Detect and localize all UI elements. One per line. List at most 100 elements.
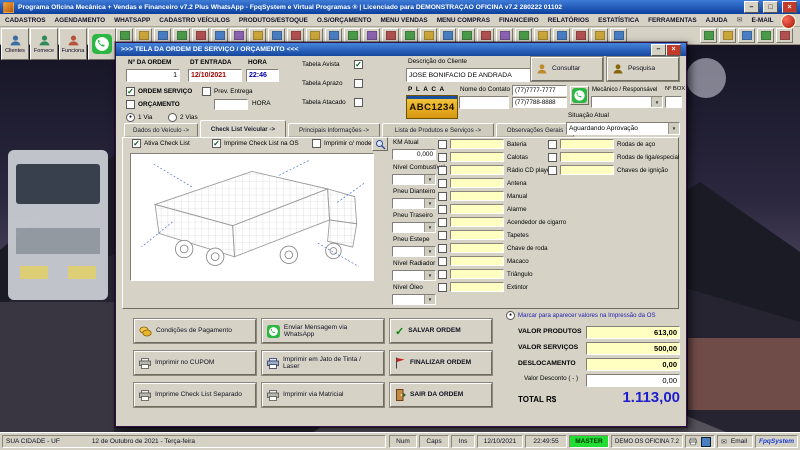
checklist-checkbox[interactable] (438, 152, 447, 162)
checklist-field[interactable] (450, 204, 504, 214)
checklist-field[interactable] (450, 282, 504, 292)
consultar-button[interactable]: Consultar (530, 56, 604, 82)
checklist-field[interactable] (560, 139, 614, 149)
window-minimize-button[interactable]: – (651, 43, 666, 56)
menu-item-financeiro[interactable]: FINANCEIRO (499, 17, 539, 24)
checklist-checkbox[interactable] (438, 243, 447, 253)
toolbar-icon[interactable] (211, 28, 228, 43)
checklist-checkbox[interactable] (438, 256, 447, 266)
toolbar-icon[interactable] (776, 28, 793, 43)
toolbar-icon[interactable] (420, 28, 437, 43)
menu-item-whatsapp[interactable]: WHATSAPP (114, 17, 150, 24)
deslocamento-field[interactable]: 0,00 (586, 358, 680, 371)
toolbar-icon[interactable] (382, 28, 399, 43)
tab-checklist-veicular[interactable]: Check List Veicular -> (200, 120, 286, 137)
printer-icon[interactable] (689, 437, 697, 446)
toolbar-icon[interactable] (363, 28, 380, 43)
license-plate[interactable]: ABC1234 (406, 95, 458, 119)
whatsapp-shortcut-button[interactable] (88, 28, 116, 60)
whatsapp-call-button[interactable] (570, 86, 589, 105)
toolbar-icon[interactable] (496, 28, 513, 43)
imprimir-cupom-button[interactable]: Imprimir no CUPOM (133, 350, 257, 376)
checklist-checkbox[interactable] (548, 165, 557, 175)
toolbar-icon[interactable] (757, 28, 774, 43)
checklist-checkbox[interactable] (438, 230, 447, 240)
ordem-field[interactable]: 1 (126, 69, 180, 82)
enviar-whatsapp-button[interactable]: Enviar Mensagem via WhatsApp (261, 318, 385, 344)
zoom-model-button[interactable] (372, 137, 388, 151)
close-button[interactable]: × (782, 1, 797, 13)
pneu-dianteiro-select[interactable]: ▼ (392, 198, 436, 209)
checklist-checkbox[interactable] (438, 217, 447, 227)
contato-field[interactable] (459, 96, 509, 109)
prev-entrega-date-field[interactable] (214, 99, 248, 110)
imprime-checklist-separado-button[interactable]: Imprime Check List Separado (133, 382, 257, 408)
window-titlebar[interactable]: >>> TELA DA ORDEM DE SERVIÇO / ORÇAMENTO… (116, 43, 686, 56)
phone1-field[interactable]: (77)7777-7777 (512, 85, 567, 96)
menu-item-estatistica[interactable]: ESTATÍSTICA (598, 17, 639, 24)
checklist-field[interactable] (450, 139, 504, 149)
toolbar-icon[interactable] (477, 28, 494, 43)
toolbar-icon[interactable] (738, 28, 755, 43)
tab-dados-veiculo[interactable]: Dados do Veículo -> (124, 123, 198, 137)
checklist-checkbox[interactable] (438, 139, 447, 149)
checklist-field[interactable] (450, 152, 504, 162)
checklist-field[interactable] (450, 269, 504, 279)
toolbar-icon[interactable] (306, 28, 323, 43)
checklist-checkbox[interactable] (548, 152, 557, 162)
checklist-checkbox[interactable] (438, 282, 447, 292)
box-field[interactable] (665, 96, 682, 108)
checklist-field[interactable] (450, 230, 504, 240)
menu-item-menu-compras[interactable]: MENU COMPRAS (437, 17, 490, 24)
app-tray-icon[interactable] (701, 436, 711, 447)
prev-entrega-checkbox[interactable]: Prev. Entrega (202, 87, 253, 96)
toolbar-icon[interactable] (401, 28, 418, 43)
maximize-button[interactable]: □ (763, 1, 778, 13)
km-field[interactable]: 0,000 (392, 149, 436, 160)
menu-item-cadastros[interactable]: CADASTROS (5, 17, 45, 24)
checklist-checkbox[interactable] (438, 165, 447, 175)
menu-item-os-orcamento[interactable]: O.S/ORÇAMENTO (317, 17, 372, 24)
nivel-combustivel-select[interactable]: ▼ (392, 174, 436, 185)
nivel-oleo-select[interactable]: ▼ (392, 294, 436, 305)
fornecedores-button[interactable]: Fornece (30, 28, 58, 60)
situacao-select[interactable]: Aguardando Aprovação ▼ (566, 122, 680, 135)
toolbar-icon[interactable] (591, 28, 608, 43)
window-close-button[interactable]: × (666, 43, 681, 56)
toolbar-icon[interactable] (610, 28, 627, 43)
menu-item-agendamento[interactable]: AGENDAMENTO (54, 17, 105, 24)
toolbar-icon[interactable] (230, 28, 247, 43)
nivel-radiador-select[interactable]: ▼ (392, 270, 436, 281)
toolbar-icon[interactable] (439, 28, 456, 43)
orcamento-checkbox[interactable]: ORÇAMENTO (126, 100, 180, 109)
menu-item-menu-vendas[interactable]: MENU VENDAS (380, 17, 427, 24)
tabela-aprazo-checkbox[interactable] (354, 79, 363, 88)
dt-entrada-field[interactable]: 12/10/2021 (188, 69, 242, 82)
marcar-valores-radio[interactable]: ● Marcar para aparecer valores na Impres… (506, 311, 656, 320)
salvar-ordem-button[interactable]: ✓ SALVAR ORDEM (389, 318, 493, 344)
checklist-checkbox[interactable] (548, 139, 557, 149)
toolbar-icon[interactable] (116, 28, 133, 43)
imprimir-matricial-button[interactable]: Imprimir via Matricial (261, 382, 385, 408)
via2-radio[interactable]: 2 Vias (168, 113, 198, 122)
toolbar-icon[interactable] (249, 28, 266, 43)
sair-ordem-button[interactable]: SAIR DA ORDEM (389, 382, 493, 408)
minimize-button[interactable]: – (744, 1, 759, 13)
checklist-field[interactable] (450, 256, 504, 266)
condicoes-pagamento-button[interactable]: Condições de Pagamento (133, 318, 257, 344)
tabela-atacado-checkbox[interactable] (354, 98, 363, 107)
menu-item-ferramentas[interactable]: FERRAMENTAS (648, 17, 697, 24)
hora-field[interactable]: 22:46 (246, 69, 279, 82)
finalizar-ordem-button[interactable]: FINALIZAR ORDEM (389, 350, 493, 376)
checklist-field[interactable] (450, 165, 504, 175)
toolbar-icon[interactable] (515, 28, 532, 43)
mecanico-select[interactable]: ▼ (591, 96, 663, 108)
pneu-traseiro-select[interactable]: ▼ (392, 222, 436, 233)
toolbar-icon[interactable] (325, 28, 342, 43)
toolbar-icon[interactable] (173, 28, 190, 43)
toolbar-icon[interactable] (572, 28, 589, 43)
menu-item-relatorios[interactable]: RELATÓRIOS (548, 17, 589, 24)
pesquisa-button[interactable]: Pesquisa (606, 56, 680, 82)
ordem-servico-checkbox[interactable]: ✓ ORDEM SERVIÇO (126, 87, 192, 96)
checklist-field[interactable] (560, 165, 614, 175)
